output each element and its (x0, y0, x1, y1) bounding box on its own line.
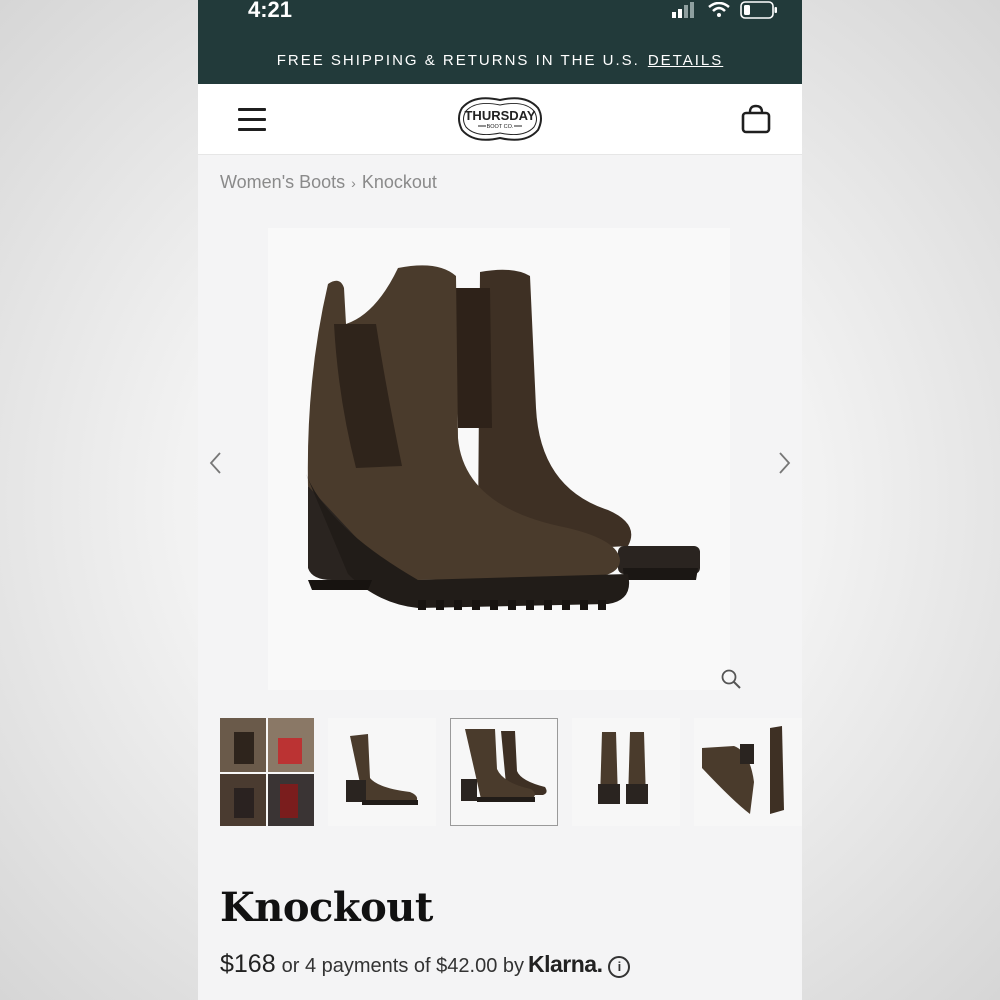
thumbnail-pair-front[interactable] (572, 718, 680, 826)
breadcrumb-current[interactable]: Knockout (362, 172, 437, 192)
status-icons (672, 0, 778, 20)
zoom-icon[interactable] (720, 668, 742, 690)
details-link[interactable]: DETAILS (648, 52, 723, 69)
battery-icon (740, 1, 777, 19)
thumbnail-strip (220, 718, 802, 830)
promo-text: FREE SHIPPING & RETURNS IN THE U.S. (276, 52, 640, 69)
logo-line1: THURSDAY (464, 108, 535, 123)
shopping-bag-icon[interactable] (740, 104, 772, 134)
thursday-logo[interactable]: THURSDAY BOOT CO. (454, 90, 546, 148)
klarna-logo: Klarna. (528, 951, 603, 977)
logo-line2: BOOT CO. (487, 124, 514, 130)
top-banner: 4:21 FREE SHIPPING & RETURNS IN THE U.S.… (198, 0, 802, 84)
site-header: THURSDAY BOOT CO. (198, 84, 802, 155)
signal-icon (672, 2, 694, 18)
thumbnail-lifestyle[interactable] (220, 718, 314, 826)
chevron-right-icon: › (351, 175, 356, 191)
price-line: $168 or 4 payments of $42.00 by Klarna. i (220, 950, 631, 979)
thumbnail-pair-angled[interactable] (450, 718, 558, 826)
installment-text: or 4 payments of $42.00 by (281, 955, 524, 977)
next-image-arrow[interactable] (772, 448, 796, 478)
status-time: 4:21 (248, 0, 293, 22)
product-price: $168 (220, 950, 276, 978)
previous-image-arrow[interactable] (204, 448, 228, 478)
wifi-icon (708, 2, 730, 17)
main-product-image[interactable] (268, 228, 730, 690)
info-icon[interactable]: i (608, 955, 631, 978)
product-page: 4:21 FREE SHIPPING & RETURNS IN THE U.S.… (198, 0, 802, 1000)
menu-icon[interactable] (238, 108, 268, 132)
product-title: Knockout (220, 884, 433, 931)
breadcrumb: Women's Boots › Knockout (220, 172, 437, 193)
thumbnail-heel-detail[interactable] (694, 718, 802, 826)
breadcrumb-parent[interactable]: Women's Boots (220, 172, 345, 192)
shipping-promo: FREE SHIPPING & RETURNS IN THE U.S. DETAI… (198, 52, 802, 69)
thumbnail-side-view[interactable] (328, 718, 436, 826)
boots-image (306, 265, 700, 610)
